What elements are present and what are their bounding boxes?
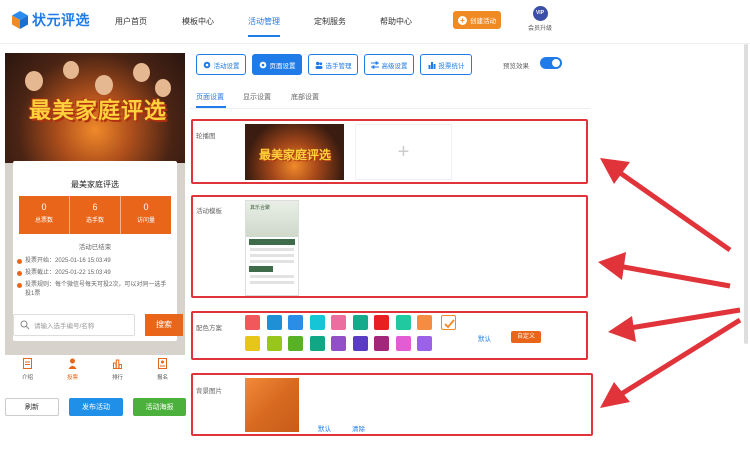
color-swatch[interactable] (309, 315, 325, 330)
info-vote-start: 投票开始：2025-01-16 15:03:49 (17, 257, 167, 266)
tool-contestant-manage[interactable]: 选手管理 (308, 54, 358, 75)
color-swatch[interactable] (352, 336, 368, 351)
preview-effect-label: 预览效果 (503, 63, 529, 70)
color-swatch[interactable] (374, 315, 389, 330)
search-placeholder: 请输入选手编号/名称 (34, 323, 95, 330)
carousel-image-title: 最美家庭评选 (259, 148, 332, 162)
clock-icon (17, 271, 22, 276)
color-swatch[interactable] (331, 336, 346, 351)
color-swatch[interactable] (266, 315, 282, 330)
divider (190, 108, 590, 109)
vip-label: 会员升级 (527, 26, 552, 32)
carousel-image[interactable]: 最美家庭评选 (245, 124, 344, 180)
search-icon (20, 320, 30, 330)
background-clear-button[interactable]: 清除 (352, 423, 365, 433)
info-vote-end: 投票截止：2025-01-22 15:03:49 (17, 269, 167, 278)
users-icon (315, 61, 322, 69)
color-swatch[interactable] (245, 336, 260, 351)
background-image[interactable] (245, 378, 299, 432)
tab-signup[interactable]: 报名 (140, 355, 185, 383)
nav-activity-manage[interactable]: 活动管理 (248, 16, 280, 37)
refresh-button[interactable]: 刷新 (5, 398, 59, 416)
vip-upgrade[interactable]: VIP 会员升级 (527, 6, 553, 32)
page-scrollbar[interactable] (744, 44, 748, 344)
color-swatch[interactable] (395, 315, 411, 330)
color-swatch[interactable] (245, 315, 260, 330)
cube-logo-icon (12, 11, 28, 29)
stat-visits: 0 访问量 (136, 202, 155, 224)
color-swatch[interactable] (374, 336, 389, 351)
tool-activity-settings[interactable]: 活动设置 (196, 54, 246, 75)
ranking-icon (113, 359, 123, 369)
brand-logo[interactable]: 状元评选 (12, 10, 90, 30)
search-button[interactable]: 搜索 (145, 314, 183, 336)
color-swatch[interactable] (352, 315, 368, 330)
tool-page-settings[interactable]: 页面设置 (252, 54, 302, 75)
phone-tab-bar: 介绍 投票 排行 报名 (5, 355, 185, 383)
contestant-search-input[interactable]: 请输入选手编号/名称 (13, 314, 135, 336)
tool-vote-statistics[interactable]: 投票统计 (420, 54, 472, 75)
publish-activity-button[interactable]: 发布活动 (69, 398, 123, 416)
rules-icon (17, 283, 22, 288)
color-default-button[interactable]: 默认 (478, 333, 491, 343)
color-scheme-label: 配色方案 (196, 325, 222, 332)
background-default-button[interactable]: 默认 (318, 423, 331, 433)
phone-preview: 最美家庭评选 最美家庭评选 0 总票数 6 选手数 0 访问量 活动已结束 投票… (5, 53, 185, 383)
template-label: 活动模板 (196, 208, 222, 215)
color-swatch[interactable] (417, 336, 432, 351)
nav-help[interactable]: 帮助中心 (380, 16, 412, 27)
brand-name: 状元评选 (32, 12, 90, 28)
color-swatch[interactable] (288, 336, 303, 351)
signup-icon (158, 358, 167, 369)
tab-vote[interactable]: 投票 (50, 355, 95, 383)
plus-icon: + (458, 15, 467, 25)
stat-contestants: 6 选手数 (70, 196, 121, 234)
user-icon (68, 358, 77, 369)
tool-advanced-settings[interactable]: 高级设置 (364, 54, 414, 75)
activity-status: 活动已结束 (78, 244, 112, 251)
subtab-display-settings[interactable]: 显示设置 (243, 92, 271, 102)
check-icon (444, 319, 455, 329)
color-swatch[interactable] (417, 315, 432, 330)
color-swatch[interactable] (309, 336, 325, 351)
card-title: 最美家庭评选 (71, 180, 119, 189)
info-vote-rules: 投票规则：每个微信号每天可投2次，可以对同一选手投1票 (17, 281, 167, 299)
banner-title: 最美家庭评选 (29, 98, 168, 123)
top-nav: 状元评选 用户首页 模板中心 活动管理 定制服务 帮助中心 + 创建活动 VIP… (0, 0, 750, 44)
subtab-page-settings[interactable]: 页面设置 (196, 92, 224, 102)
tab-intro[interactable]: 介绍 (5, 355, 50, 383)
document-icon (23, 358, 32, 369)
annotation-arrows (598, 158, 742, 408)
nav-templates[interactable]: 模板中心 (182, 16, 214, 27)
clock-icon (17, 259, 22, 264)
template-thumbnail[interactable]: 其乐合聚 (245, 200, 299, 296)
nav-home[interactable]: 用户首页 (115, 16, 147, 27)
color-swatch[interactable] (331, 315, 346, 330)
color-swatch[interactable] (266, 336, 282, 351)
create-activity-button[interactable]: + 创建活动 (453, 11, 501, 29)
stat-total-votes: 0 总票数 (19, 196, 70, 234)
gear-icon (203, 61, 210, 68)
template-title: 其乐合聚 (250, 205, 271, 211)
banner-image: 最美家庭评选 (5, 53, 185, 163)
carousel-label: 轮播图 (196, 133, 216, 140)
stats-bar: 0 总票数 6 选手数 0 访问量 (19, 196, 171, 234)
selected-color-check[interactable] (441, 315, 456, 330)
tab-ranking[interactable]: 排行 (95, 355, 140, 383)
gear-icon (259, 61, 266, 68)
bar-chart-icon (428, 61, 435, 69)
background-label: 背景图片 (196, 388, 222, 395)
create-activity-label: 创建活动 (470, 18, 496, 25)
sliders-icon (370, 61, 379, 68)
subtab-footer-settings[interactable]: 底部设置 (291, 92, 319, 102)
color-swatch[interactable] (288, 315, 303, 330)
color-swatch[interactable] (395, 336, 411, 351)
add-carousel-image-button[interactable]: + (355, 124, 452, 180)
color-custom-button[interactable]: 自定义 (511, 331, 541, 343)
activity-poster-button[interactable]: 活动海报 (133, 398, 186, 416)
nav-custom-service[interactable]: 定制服务 (314, 16, 346, 27)
preview-effect-toggle[interactable] (540, 57, 562, 69)
vip-badge-icon: VIP (532, 6, 548, 21)
